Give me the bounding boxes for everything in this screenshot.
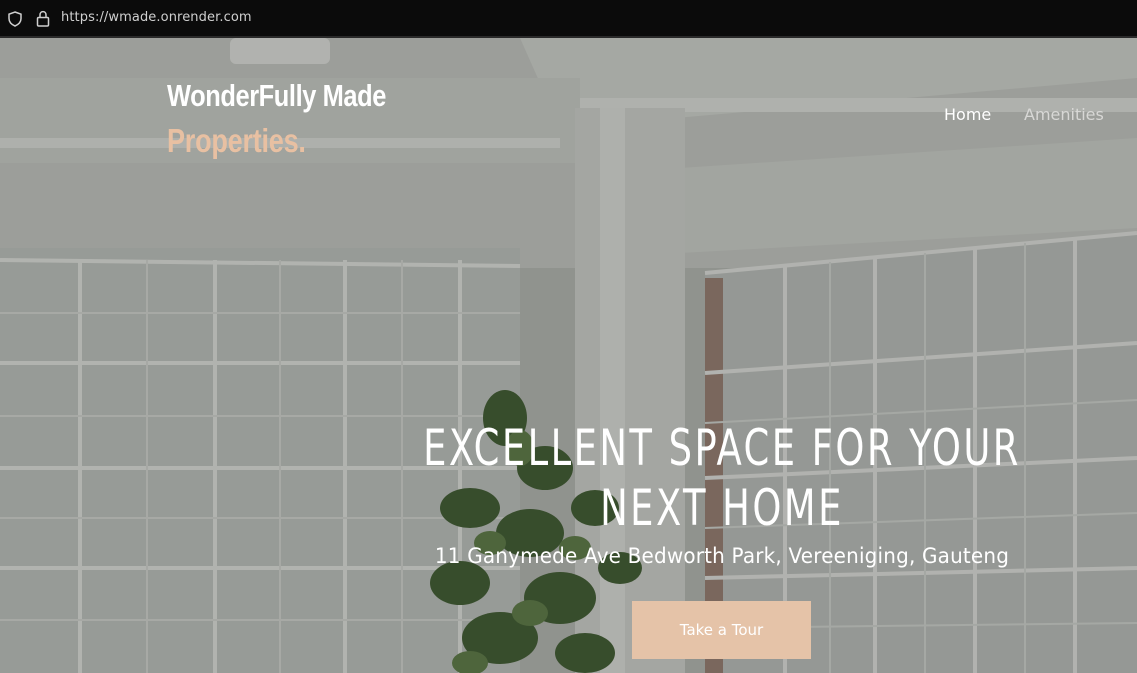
hero-address: 11 Ganymede Ave Bedworth Park, Vereenigi… (434, 544, 1010, 568)
main-nav: Home Amenities (837, 105, 1137, 125)
nav-item-amenities[interactable]: Amenities (1024, 105, 1104, 124)
lock-icon[interactable] (36, 10, 50, 27)
browser-toolbar: https://wmade.onrender.com (0, 0, 1137, 38)
take-a-tour-button[interactable]: Take a Tour (632, 601, 811, 659)
brand-name: WonderFully Made (167, 78, 386, 113)
hero-headline: EXCELLENT SPACE FOR YOUR NEXT HOME (423, 419, 1021, 537)
brand-logo[interactable]: WonderFully Made Properties. (167, 78, 434, 160)
shield-icon[interactable] (8, 11, 22, 27)
address-bar-url[interactable]: https://wmade.onrender.com (61, 10, 252, 25)
hero-section: WonderFully Made Properties. Home Amenit… (0, 38, 1137, 673)
nav-item-home[interactable]: Home (944, 105, 991, 124)
brand-subtitle: Properties. (167, 122, 306, 159)
